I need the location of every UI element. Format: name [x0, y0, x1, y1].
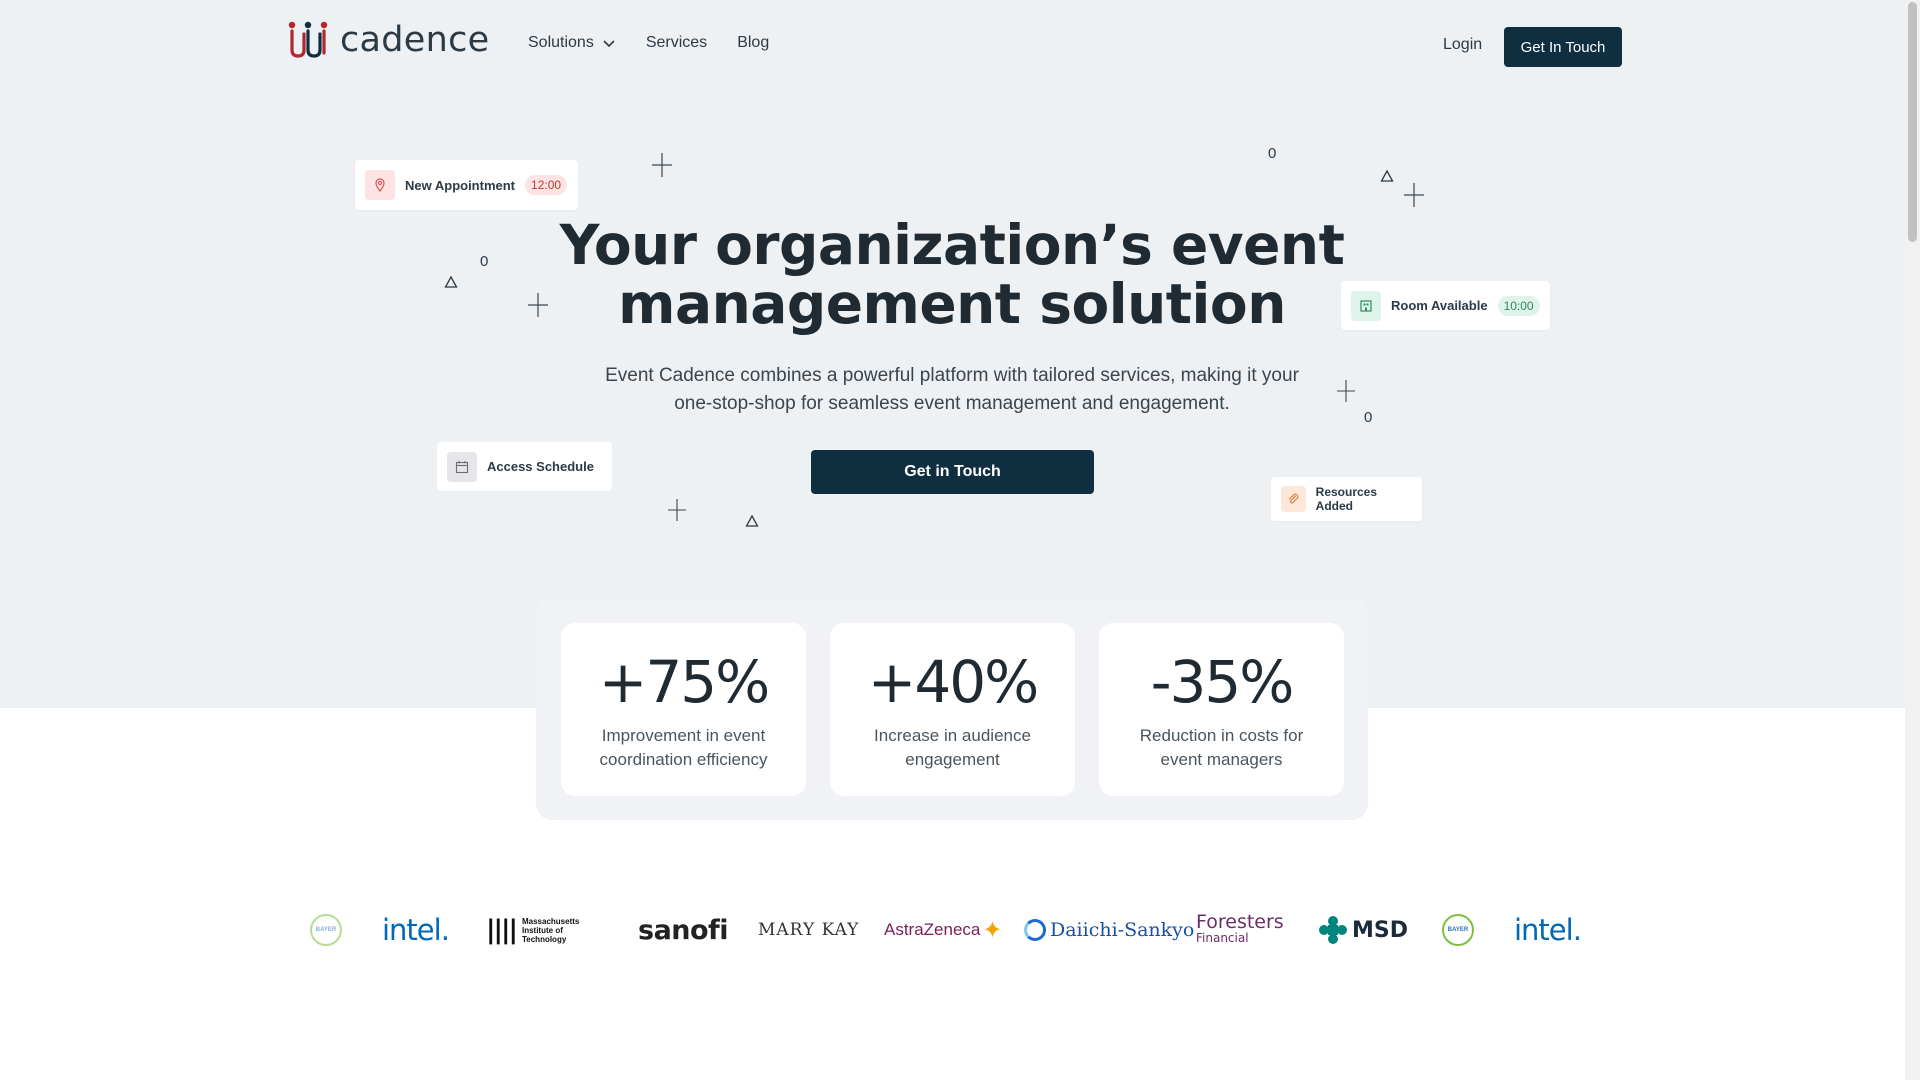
stat-label-line: Reduction in costs for — [1139, 726, 1304, 745]
hero-title: Your organization’s event management sol… — [552, 216, 1352, 334]
intel-logo: intel. — [382, 900, 450, 960]
cadence-logo-icon — [288, 21, 328, 58]
intel-text: intel. — [382, 913, 450, 947]
bayer-mark: BAYER — [310, 914, 342, 946]
decorative-zero: 0 — [1268, 145, 1277, 162]
time-badge: 12:00 — [525, 175, 568, 195]
marykay-text: MARY KAY — [758, 920, 860, 940]
msd-mark — [1319, 916, 1347, 944]
room-available-card: Room Available 10:00 — [1341, 281, 1550, 330]
brand-name: cadence — [340, 20, 490, 60]
hero-subtitle-line: one-stop-shop for seamless event managem… — [674, 393, 1230, 414]
stat-label: Reduction in costs for event managers — [1099, 724, 1344, 772]
sparkle-icon — [1404, 183, 1424, 207]
stat-label-line: coordination efficiency — [599, 750, 768, 769]
time-badge: 10:00 — [1497, 295, 1540, 316]
hero-title-line: management solution — [618, 272, 1286, 336]
msd-text: MSD — [1352, 917, 1408, 943]
new-appointment-card: New Appointment 12:00 — [355, 160, 578, 210]
stat-card: +40% Increase in audience engagement — [830, 623, 1075, 796]
nav-item-blog[interactable]: Blog — [737, 34, 769, 52]
triangle-icon — [1380, 169, 1394, 182]
card-label: New Appointment — [405, 177, 516, 193]
stat-value: +40% — [867, 648, 1040, 716]
pin-icon — [365, 170, 395, 200]
mit-line: Massachusetts — [521, 916, 580, 926]
daiichi-text: Daiichi-Sankyo — [1050, 919, 1195, 941]
astrazeneca-mark: ✦ — [982, 916, 1003, 944]
stat-value: +75% — [598, 648, 771, 716]
mit-line: Technology — [521, 934, 567, 944]
top-nav: cadence Solutions Services Blog Login Ge… — [0, 0, 1905, 92]
page-scrollbar[interactable] — [1905, 0, 1920, 1080]
nav-item-label: Blog — [737, 34, 770, 51]
nav-item-label: Solutions — [528, 34, 594, 51]
stat-label-line: event managers — [1160, 750, 1283, 769]
foresters-text: Foresters Financial — [1196, 913, 1284, 946]
hero-subtitle-line: Event Cadence combines a powerful platfo… — [605, 365, 1299, 386]
sanofi-logo: sanofi — [638, 900, 729, 960]
bayer-mark: BAYER — [1442, 914, 1474, 946]
stat-label-line: Increase in audience — [874, 726, 1031, 745]
mit-text: Massachusetts Institute of Technology — [522, 917, 579, 944]
daiichi-logo: Daiichi-Sankyo — [1024, 900, 1194, 960]
mit-logo: |||| Massachusetts Institute of Technolo… — [486, 900, 579, 960]
sparkle-icon — [652, 153, 672, 177]
intel-logo: intel. — [1514, 900, 1582, 960]
astrazeneca-text: AstraZeneca — [884, 920, 981, 939]
access-schedule-card: Access Schedule — [437, 442, 612, 491]
sparkle-icon — [668, 499, 686, 521]
hero-title-line: Your organization’s event — [559, 213, 1345, 277]
nav-item-label: Services — [645, 34, 708, 51]
sanofi-text: sanofi — [638, 914, 729, 946]
resources-added-card: Resources Added — [1271, 477, 1422, 521]
nav-item-services[interactable]: Services — [646, 34, 707, 52]
mit-line: Institute of — [521, 925, 563, 935]
card-label: Access Schedule — [487, 459, 594, 474]
sparkle-icon — [1337, 380, 1355, 402]
card-label: Room Available — [1391, 298, 1488, 313]
scrollbar-thumb[interactable] — [1908, 2, 1917, 242]
astrazeneca-logo: AstraZeneca ✦ — [884, 900, 1003, 960]
bayer-logo: BAYER — [1442, 900, 1474, 960]
get-in-touch-nav-button[interactable]: Get In Touch — [1504, 27, 1622, 67]
intel-text: intel. — [1514, 913, 1582, 947]
calendar-icon — [447, 451, 477, 482]
client-logos-strip: BAYER intel. |||| Massachusetts Institut… — [300, 900, 1622, 960]
stat-card: -35% Reduction in costs for event manage… — [1099, 623, 1344, 796]
msd-logo: MSD — [1318, 900, 1408, 960]
triangle-icon — [745, 514, 759, 527]
foresters-logo: Foresters Financial — [1196, 900, 1284, 960]
stat-label-line: Improvement in event — [601, 726, 766, 745]
stat-label-line: engagement — [905, 750, 1000, 769]
stat-card: +75% Improvement in event coordination e… — [561, 623, 806, 796]
paperclip-icon — [1281, 486, 1306, 512]
stats-panel: +75% Improvement in event coordination e… — [536, 599, 1368, 820]
nav-links: Solutions Services Blog — [528, 34, 769, 52]
card-label: Resources Added — [1315, 485, 1378, 513]
bayer-text: BAYER — [1447, 927, 1469, 933]
mit-mark: |||| — [486, 915, 518, 945]
triangle-icon — [444, 275, 458, 288]
page: cadence Solutions Services Blog Login Ge… — [0, 0, 1905, 1080]
brand-logo[interactable]: cadence — [284, 18, 490, 62]
nav-item-solutions[interactable]: Solutions — [528, 34, 616, 52]
chevron-down-icon — [603, 40, 615, 48]
sparkle-icon — [528, 293, 548, 317]
bayer-logo: BAYER — [310, 900, 342, 960]
decorative-zero: 0 — [480, 253, 489, 270]
get-in-touch-hero-button[interactable]: Get in Touch — [811, 450, 1094, 494]
stat-value: -35% — [1150, 648, 1295, 716]
daiichi-mark — [1024, 919, 1046, 941]
bayer-text: BAYER — [315, 927, 337, 933]
building-icon — [1351, 290, 1381, 321]
decorative-zero: 0 — [1364, 409, 1373, 426]
stat-label: Improvement in event coordination effici… — [561, 724, 806, 772]
login-link[interactable]: Login — [1443, 36, 1482, 54]
marykay-logo: MARY KAY — [758, 900, 859, 960]
stat-label: Increase in audience engagement — [830, 724, 1075, 772]
hero-subtitle: Event Cadence combines a powerful platfo… — [572, 362, 1332, 418]
